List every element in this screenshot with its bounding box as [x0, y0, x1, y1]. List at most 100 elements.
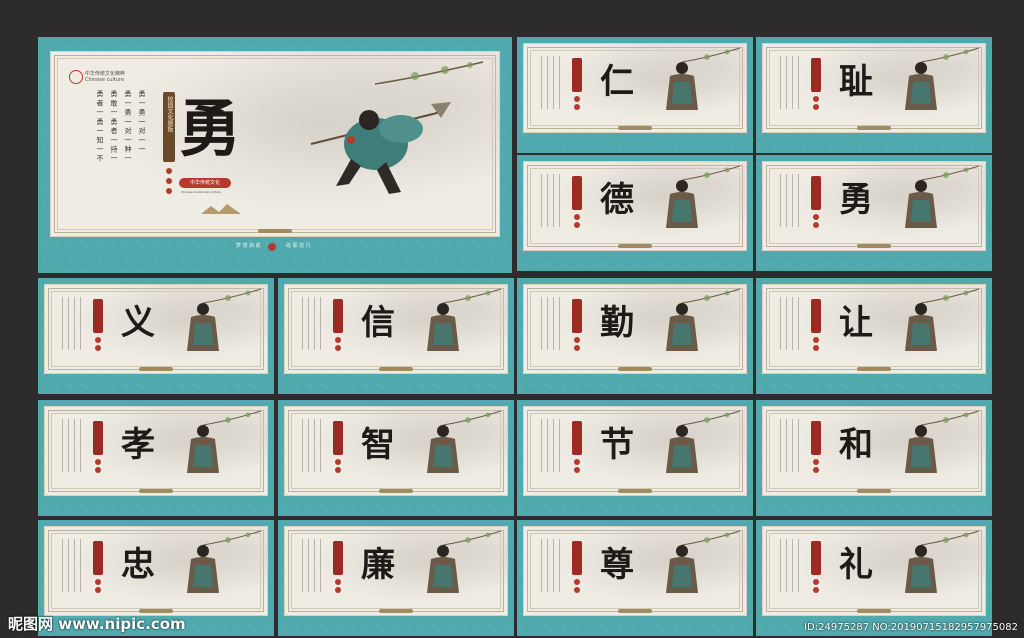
footer-ornament: [857, 244, 891, 248]
footer-ornament: [379, 367, 413, 371]
culture-board: 信: [278, 278, 514, 394]
board-panel: 廉: [284, 526, 508, 616]
title-banner: [811, 176, 821, 210]
figure-illustration: [666, 545, 698, 593]
footer-ornament: [857, 367, 891, 371]
figure-illustration: [427, 303, 459, 351]
title-banner: [811, 58, 821, 92]
text-column: 勇 一 勇 一 对 一 一: [138, 90, 146, 153]
title-banner: [93, 421, 103, 455]
culture-board: 耻: [756, 37, 992, 153]
footer-ornament: [618, 489, 652, 493]
board-panel: 德: [523, 161, 747, 251]
seal-icon: [95, 467, 101, 473]
logo-text-en: Chinese culture: [85, 77, 125, 83]
footer-ornament: [618, 244, 652, 248]
board-panel: 勤: [523, 284, 747, 374]
image-id-watermark: ID:24975287 NO:20190715182957975082: [804, 622, 1018, 633]
title-banner: [333, 299, 343, 333]
board-panel: 耻: [762, 43, 986, 133]
title-banner: 校园文化展板: [163, 92, 175, 162]
site-watermark: 昵图网 www.nipic.com: [8, 615, 186, 633]
board-panel: 智: [284, 406, 508, 496]
footer-ornament: [857, 126, 891, 130]
seal-icon: [813, 467, 819, 473]
board-panel: 勇: [762, 161, 986, 251]
logo-text-cn: 中华传统文化精粹: [85, 71, 126, 77]
culture-badge-sub: Chinese traditional culture: [181, 190, 221, 194]
seal-icon: [813, 96, 819, 102]
seal-icon: [95, 459, 101, 465]
footer-right-text: 砥 砺 前 行: [286, 243, 311, 249]
board-panel: 礼: [762, 526, 986, 616]
figure-illustration: [666, 180, 698, 228]
footer-ornament: [857, 489, 891, 493]
figure-illustration: [427, 545, 459, 593]
culture-board: 智: [278, 400, 514, 516]
title-banner: [333, 421, 343, 455]
board-character: 信: [361, 303, 395, 343]
footer-ornament: [139, 489, 173, 493]
board-panel: 忠: [44, 526, 268, 616]
figure-illustration: [187, 425, 219, 473]
seal-icon: [335, 345, 341, 351]
seal-icon: [813, 104, 819, 110]
figure-illustration: [905, 180, 937, 228]
culture-board: 勤: [517, 278, 753, 394]
seal-icon: [813, 459, 819, 465]
figure-illustration: [427, 425, 459, 473]
body-text-lines: [538, 297, 564, 350]
main-board-panel: 中华传统文化精粹 Chinese culture 勇 一 勇 一 对 一 一 勇…: [50, 51, 500, 237]
culture-board: 勇: [756, 155, 992, 271]
culture-board: 德: [517, 155, 753, 271]
footer-ornament: [379, 609, 413, 613]
mountain-ornament-icon: [201, 204, 241, 214]
figure-illustration: [187, 545, 219, 593]
footer-ornament: [618, 609, 652, 613]
seal-icon: [166, 178, 172, 184]
title-banner: [572, 58, 582, 92]
seal-icon: [574, 459, 580, 465]
seal-icon: [574, 337, 580, 343]
body-text-lines: [777, 419, 803, 472]
body-text-lines: [777, 56, 803, 109]
board-panel: 和: [762, 406, 986, 496]
board-character: 和: [839, 425, 873, 465]
seal-icon: [574, 467, 580, 473]
board-panel: 让: [762, 284, 986, 374]
footer-left-text: 梦 想 启 航: [236, 243, 261, 249]
board-character: 德: [600, 180, 634, 220]
body-text-lines: [777, 174, 803, 227]
title-banner: [572, 541, 582, 575]
body-text-lines: [538, 56, 564, 109]
seal-icon: [813, 222, 819, 228]
figure-illustration: [905, 62, 937, 110]
seal-icon: [574, 579, 580, 585]
seal-icon: [813, 345, 819, 351]
text-column: 勇 者 一 勇 一 知 一 不: [96, 90, 104, 162]
figure-illustration: [905, 303, 937, 351]
board-panel: 义: [44, 284, 268, 374]
body-text-columns: 勇 一 勇 一 对 一 一 勇 一 勇 一 对 一 种 一 勇 敢 一 勇 者 …: [91, 90, 147, 200]
seal-icon: [574, 214, 580, 220]
text-column: 勇 敢 一 勇 者 一 持 一: [110, 90, 118, 162]
logo-icon: [69, 70, 83, 84]
board-character: 勤: [600, 303, 634, 343]
title-banner: [572, 299, 582, 333]
board-character: 孝: [121, 425, 155, 465]
title-banner: [572, 176, 582, 210]
footer-seal-icon: [268, 243, 276, 251]
culture-board: 节: [517, 400, 753, 516]
seal-icon: [813, 337, 819, 343]
footer-ornament: [139, 367, 173, 371]
body-text-lines: [59, 297, 85, 350]
seal-icon: [166, 188, 172, 194]
board-panel: 仁: [523, 43, 747, 133]
body-text-lines: [538, 539, 564, 592]
board-character: 忠: [121, 545, 155, 585]
seal-icon: [95, 587, 101, 593]
title-banner: [572, 421, 582, 455]
body-text-lines: [538, 174, 564, 227]
board-character: 智: [361, 425, 395, 465]
seal-icon: [813, 214, 819, 220]
